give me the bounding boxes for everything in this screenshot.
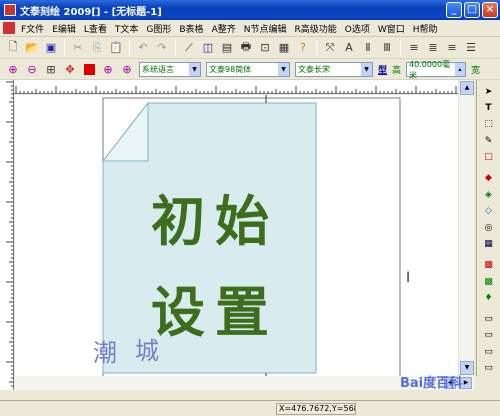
- menu-help[interactable]: H帮助: [409, 22, 442, 35]
- outline-icon[interactable]: ◇: [481, 203, 497, 218]
- height-value: 40.0000毫米: [409, 59, 451, 80]
- document-icon[interactable]: [3, 22, 15, 34]
- fit-icon[interactable]: ⤧: [321, 39, 339, 57]
- english-font-value: 文泰长宋: [298, 65, 330, 74]
- move-icon[interactable]: ✥: [61, 61, 79, 79]
- shape-tool-icon[interactable]: ◎: [481, 220, 497, 235]
- width-label: 宽: [471, 66, 481, 76]
- coordinate-readout: X=476.7672,Y=568.0: [276, 403, 356, 415]
- tool-item-icon[interactable]: ▭: [481, 311, 497, 326]
- menu-node-edit[interactable]: N节点编辑: [240, 22, 291, 35]
- menu-file[interactable]: F文件: [17, 22, 48, 35]
- height-label: 高: [392, 66, 402, 76]
- text-frame-icon[interactable]: A: [340, 39, 358, 57]
- english-font-select[interactable]: 文泰长宋 ▼: [295, 62, 373, 77]
- align-right-icon[interactable]: ≡: [443, 39, 461, 57]
- menu-align[interactable]: A整齐: [208, 22, 240, 35]
- menu-graphic[interactable]: G图形: [142, 22, 175, 35]
- table-tool-icon[interactable]: ▦: [481, 236, 497, 251]
- chinese-font-select[interactable]: 文泰98简体 ▼: [206, 62, 290, 77]
- status-bar: X=476.7672,Y=568.0: [0, 400, 500, 416]
- palette-icon[interactable]: ▩: [481, 257, 497, 272]
- fill-color-icon[interactable]: ◆: [481, 171, 497, 186]
- standard-toolbar: 🗋 📂 ▣ ✂ ⎘ 📋 ↶ ↷ ⟋ ◫ ▤ 🖶 ⊡ ▦ ? ⤧ A Ⅱ Ⅲ ≡ …: [0, 37, 500, 59]
- language-value: 系统语言: [142, 65, 174, 74]
- maximize-button[interactable]: □: [464, 2, 480, 18]
- pen-tool-icon[interactable]: ✎: [481, 133, 497, 148]
- document-text-line-2: 设置: [151, 281, 279, 344]
- menu-text[interactable]: T文本: [111, 22, 143, 35]
- zoom-out-icon[interactable]: ⊖: [23, 61, 41, 79]
- document-text-line-1: 初始: [151, 190, 279, 253]
- tool-item-icon[interactable]: ▭: [481, 361, 497, 376]
- zoom-page-icon[interactable]: ⊕: [99, 61, 117, 79]
- vertical-ruler: [0, 80, 14, 390]
- menu-table[interactable]: B表格: [175, 22, 207, 35]
- new-file-icon[interactable]: 🗋: [4, 39, 22, 57]
- text-cursor-icon: I: [406, 270, 410, 286]
- minimize-button[interactable]: _: [446, 2, 462, 18]
- select-arrow-icon[interactable]: ➤: [481, 84, 497, 99]
- preview-icon[interactable]: ⊡: [256, 39, 274, 57]
- redo-icon[interactable]: ↷: [153, 39, 171, 57]
- type-button[interactable]: 型: [378, 63, 387, 76]
- chevron-down-icon[interactable]: ▼: [189, 63, 200, 76]
- save-icon[interactable]: ▣: [42, 39, 60, 57]
- align-center-icon[interactable]: ≣: [424, 39, 442, 57]
- image-icon[interactable]: ▦: [275, 39, 293, 57]
- menu-bar: F文件 E编辑 L查看 T文本 G图形 B表格 A整齐 N节点编辑 R高级功能 …: [0, 20, 500, 37]
- tool-palette: ➤ T ⬚ ✎ □ ◆ ◈ ◇ ◎ ▦ ▩ ▩ ♦ ▭ ▭ ▭ ▭: [476, 80, 500, 376]
- spin-icon[interactable]: ▴: [454, 63, 466, 76]
- color-blocks-icon[interactable]: ▩: [481, 274, 497, 289]
- tool-item-icon[interactable]: ▭: [481, 328, 497, 343]
- menu-window[interactable]: W窗口: [374, 22, 409, 35]
- window-title: 文泰刻绘 2009[] - [无标题-1]: [20, 6, 162, 18]
- paint-bucket-icon[interactable]: ♦: [481, 290, 497, 305]
- horizontal-ruler: [14, 80, 458, 94]
- chevron-down-icon[interactable]: ▼: [278, 63, 289, 76]
- title-bar: 文泰刻绘 2009[] - [无标题-1] _ □ ×: [0, 0, 500, 20]
- cut-icon[interactable]: ✂: [69, 39, 87, 57]
- undo-icon[interactable]: ↶: [134, 39, 152, 57]
- open-folder-icon[interactable]: 📂: [23, 39, 41, 57]
- page-fold: [101, 101, 149, 162]
- paste-icon[interactable]: 📋: [107, 39, 125, 57]
- color-red-icon[interactable]: [80, 61, 98, 79]
- scroll-up-icon[interactable]: ▲: [460, 81, 474, 95]
- chinese-font-value: 文泰98简体: [209, 65, 252, 74]
- close-button[interactable]: ×: [482, 2, 498, 18]
- layers-icon[interactable]: ▤: [218, 39, 236, 57]
- menu-view[interactable]: L查看: [80, 22, 111, 35]
- node-edit-icon[interactable]: ⬚: [481, 117, 497, 132]
- zoom-fit-icon[interactable]: ⊞: [42, 61, 60, 79]
- copy-icon[interactable]: ⎘: [88, 39, 106, 57]
- fill-pattern-icon[interactable]: ◈: [481, 187, 497, 202]
- text-box-icon[interactable]: Ⅲ: [378, 39, 396, 57]
- rectangle-tool-icon[interactable]: □: [481, 150, 497, 165]
- watermark-char: 城: [135, 337, 159, 365]
- justify-icon[interactable]: ☰: [462, 39, 480, 57]
- canvas-area[interactable]: I 初始 设置 潮 城 橙 子: [15, 95, 458, 390]
- tool-item-icon[interactable]: ▭: [481, 344, 497, 359]
- format-toolbar: ⊕ ⊖ ⊞ ✥ ⊕ ⊕ 系统语言 ▼ 文泰98简体 ▼ 文泰长宋 ▼ 型 高 4…: [0, 60, 500, 80]
- menu-options[interactable]: O选项: [341, 22, 374, 35]
- app-icon: [4, 4, 16, 16]
- language-select[interactable]: 系统语言 ▼: [139, 62, 201, 77]
- height-input[interactable]: 40.0000毫米 ▴: [406, 60, 467, 80]
- text-tool-icon[interactable]: T: [481, 100, 497, 115]
- chevron-down-icon[interactable]: ▼: [361, 63, 372, 76]
- menu-advanced[interactable]: R高级功能: [290, 22, 340, 35]
- zoom-all-icon[interactable]: ⊕: [118, 61, 136, 79]
- cut-line-icon[interactable]: ⟋: [180, 39, 198, 57]
- print-icon[interactable]: 🖶: [237, 39, 255, 57]
- vertical-scrollbar[interactable]: ▲ ▼: [458, 80, 474, 376]
- help-query-icon[interactable]: ?: [294, 39, 312, 57]
- frame-icon[interactable]: ◫: [199, 39, 217, 57]
- vertical-text-icon[interactable]: Ⅱ: [359, 39, 377, 57]
- watermark-char: 潮: [93, 339, 117, 367]
- zoom-in-icon[interactable]: ⊕: [4, 61, 22, 79]
- align-left-icon[interactable]: ≡: [405, 39, 423, 57]
- baidu-logo: Bai度百科: [400, 376, 463, 391]
- menu-edit[interactable]: E编辑: [48, 22, 80, 35]
